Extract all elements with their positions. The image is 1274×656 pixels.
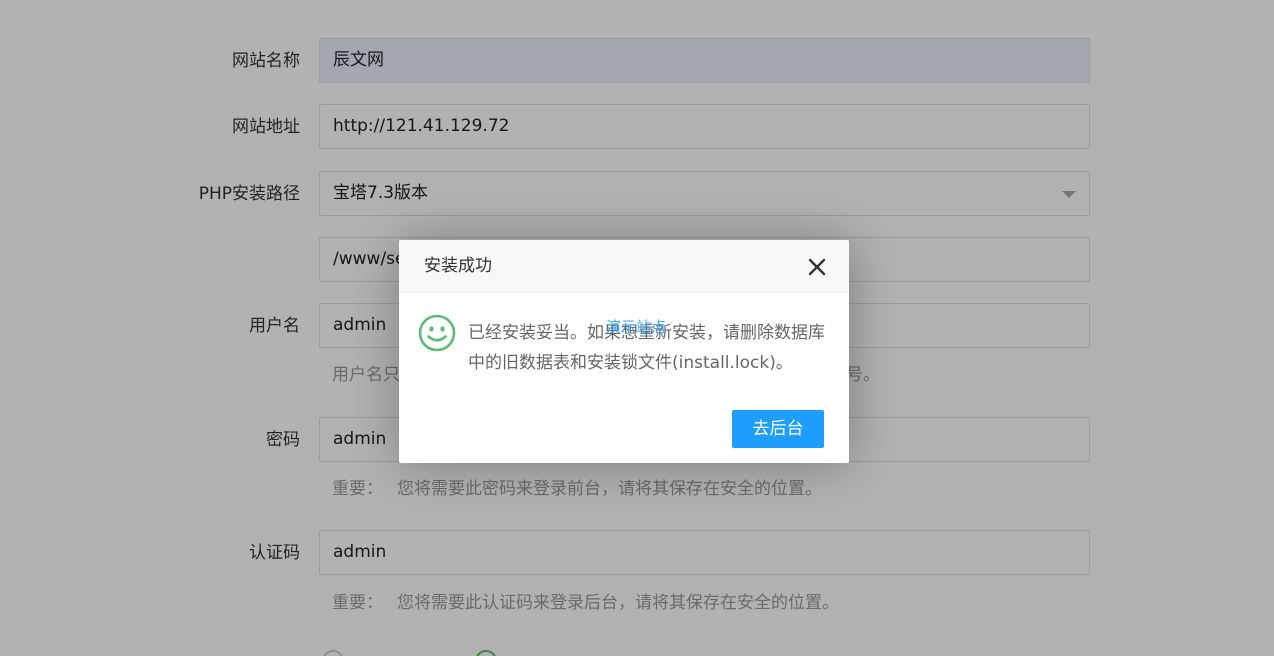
install-success-dialog: 安装成功 已经安装妥当。如果想重新安装，请删除数据库中的旧数据表和安装锁文件(i… — [399, 240, 849, 463]
dialog-header: 安装成功 — [399, 240, 849, 293]
close-icon-svg — [808, 258, 826, 276]
demo-site-link[interactable]: 演示站点 — [606, 316, 666, 337]
go-admin-button[interactable]: 去后台 — [732, 410, 824, 448]
smile-icon-svg — [418, 314, 456, 352]
install-page: 网站名称 辰文网 网站地址 http://121.41.129.72 PHP安装… — [0, 0, 1274, 656]
dialog-title: 安装成功 — [424, 256, 492, 276]
smile-icon — [417, 313, 457, 353]
close-icon[interactable] — [806, 256, 828, 278]
